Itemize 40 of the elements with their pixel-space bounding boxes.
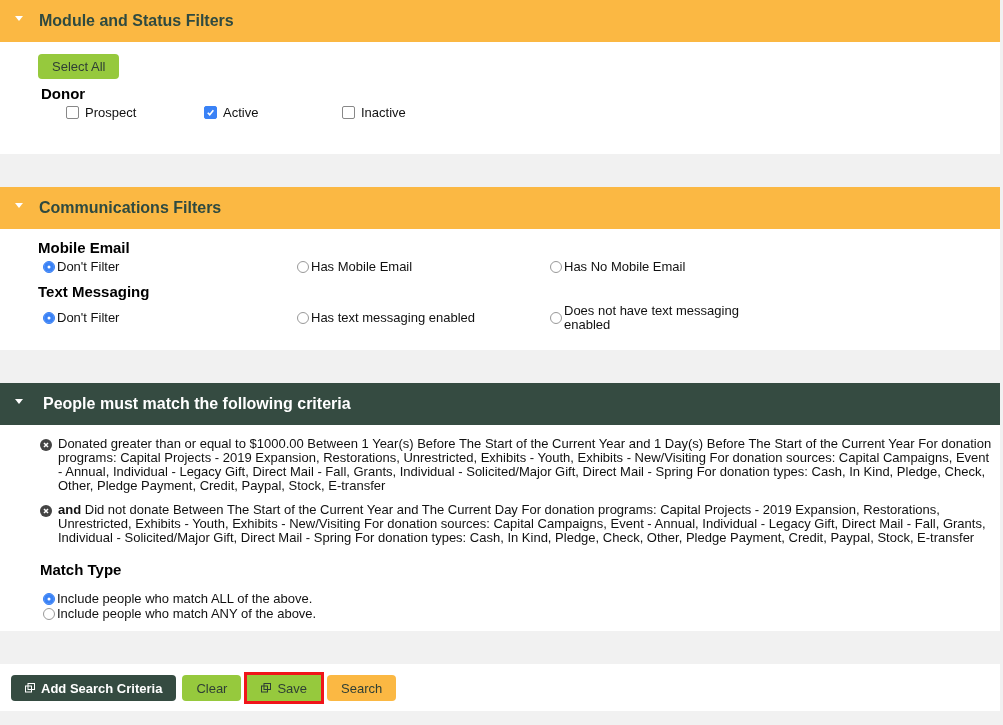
section-header[interactable]: People must match the following criteria — [0, 383, 1000, 425]
radio-label: Does not have text messaging enabled — [564, 304, 740, 332]
checkbox-label: Active — [223, 105, 259, 120]
remove-icon[interactable] — [40, 505, 52, 517]
caret-icon — [15, 398, 23, 404]
radio-button[interactable] — [43, 592, 55, 605]
radio-button[interactable] — [43, 312, 55, 324]
group-label: Text Messaging — [38, 283, 151, 300]
remove-icon[interactable] — [40, 439, 52, 451]
section-title: People must match the following criteria — [43, 395, 351, 413]
criterion-text: Donated greater than or equal to $1000.00 Between 1 Year(s) Before The Start of the Current Year and 1 Day(s) Before The Start of the Current Year For donation programs: Capital Projects - 2019 Expansion, Restorations, Unrestricted, Exhibits - Youth, Exhibits - New/Visiting For donation sources: Capital Campaigns, Event - Annual, Individual - Legacy Gift, Direct Mail - Fall, Grants, Individual - Solicited/Major Gift, Direct Mail - Spring For donation types: Cash, In Kind, Pledge, Check, Other, Pledge Payment, Credit, Paypal, Stock, E-transfer — [58, 437, 993, 493]
radio-label: Include people who match ANY of the above. — [57, 606, 317, 621]
checkbox-label: Inactive — [361, 105, 406, 120]
section-header[interactable]: Module and Status Filters — [0, 0, 1000, 42]
caret-icon — [15, 15, 23, 21]
checkbox[interactable] — [66, 106, 79, 119]
checkmark-icon — [205, 107, 216, 118]
radio-label: Don't Filter — [57, 260, 120, 274]
caret-icon — [15, 202, 23, 208]
checkbox[interactable] — [342, 106, 355, 119]
group-label: Mobile Email — [38, 239, 131, 256]
action-button[interactable]: Clear — [182, 675, 242, 701]
group-label: Match Type — [40, 561, 123, 578]
section-title: Module and Status Filters — [39, 12, 234, 30]
criterion-text: and Did not donate Between The Start of the Current Year and The Current Day For donation programs: Capital Projects - 2019 Expansion, Restorations, Unrestricted, Exhibits - Youth, Exhibits - New/Visiting For donation sources: Capital Campaigns, Event - Annual, Individual - Legacy Gift, Direct Mail - Fall, Grants, Individual - Solicited/Major Gift, Direct Mail - Spring For donation types: Cash, In Kind, Pledge, Check, Other, Pledge Payment, Credit, Paypal, Stock, E-transfer — [58, 503, 987, 545]
radio-label: Has text messaging enabled — [311, 311, 476, 325]
select-all-button[interactable]: Select All — [38, 54, 120, 79]
section-header[interactable]: Communications Filters — [0, 187, 1000, 229]
checkbox-label: Prospect — [85, 105, 137, 120]
section-title: Communications Filters — [39, 199, 222, 217]
action-button[interactable]: Search — [327, 675, 397, 701]
radio-label: Has No Mobile Email — [564, 260, 686, 274]
action-button[interactable]: Save — [247, 675, 322, 701]
action-button[interactable]: Add Search Criteria — [11, 675, 177, 701]
radio-button[interactable] — [43, 261, 55, 273]
checkbox[interactable] — [204, 106, 217, 119]
group-label: Donor — [41, 85, 87, 102]
radio-label: Include people who match ALL of the above. — [57, 591, 313, 606]
radio-label: Don't Filter — [57, 311, 120, 325]
radio-label: Has Mobile Email — [311, 260, 413, 274]
